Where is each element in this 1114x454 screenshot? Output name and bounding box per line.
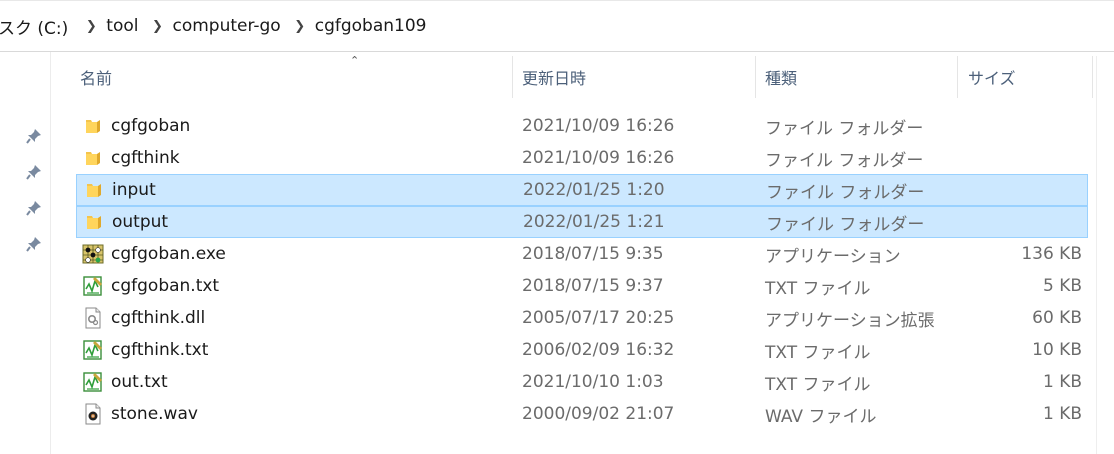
file-row[interactable]: cgfgoban.txt 2018/07/15 9:37 TXT ファイル 5 … <box>76 270 1088 302</box>
folder-icon <box>82 110 104 142</box>
file-date: 2000/09/02 21:07 <box>522 404 675 424</box>
file-type: アプリケーション拡張 <box>765 310 935 331</box>
column-header-date[interactable]: 更新日時 <box>508 56 754 98</box>
file-name: input <box>112 180 156 200</box>
file-date: 2021/10/09 16:26 <box>522 148 675 168</box>
file-type: TXT ファイル <box>765 342 871 363</box>
file-size: 5 KB <box>1042 276 1082 296</box>
file-row[interactable]: cgfgoban.exe 2018/07/15 9:35 アプリケーション 13… <box>76 238 1088 270</box>
file-date: 2005/07/17 20:25 <box>522 308 675 328</box>
column-header-name[interactable]: 名前 <box>66 56 512 98</box>
address-bar[interactable]: スク (C:) ❯ tool ❯ computer-go ❯ cgfgoban1… <box>0 0 1114 52</box>
folder-icon <box>82 142 104 174</box>
file-name: cgfgoban <box>111 116 191 136</box>
file-date: 2021/10/10 1:03 <box>522 372 664 392</box>
file-row[interactable]: cgfthink.dll 2005/07/17 20:25 アプリケーション拡張… <box>76 302 1088 334</box>
file-row[interactable]: out.txt 2021/10/10 1:03 TXT ファイル 1 KB <box>76 366 1088 398</box>
column-header-row: ⌃ 名前 更新日時 種類 サイズ <box>66 54 1096 98</box>
file-row[interactable]: cgfthink 2021/10/09 16:26 ファイル フォルダー <box>76 142 1088 174</box>
file-size: 10 KB <box>1032 340 1082 360</box>
breadcrumb-cgfgoban109[interactable]: cgfgoban109 <box>315 16 427 36</box>
file-row[interactable]: cgfgoban 2021/10/09 16:26 ファイル フォルダー <box>76 110 1088 142</box>
file-name: cgfgoban.exe <box>111 244 226 264</box>
file-row[interactable]: stone.wav 2000/09/02 21:07 WAV ファイル 1 KB <box>76 398 1088 430</box>
file-list: cgfgoban 2021/10/09 16:26 ファイル フォルダー cgf… <box>76 110 1088 430</box>
breadcrumb-tool[interactable]: tool <box>106 16 138 36</box>
file-size: 1 KB <box>1042 372 1082 392</box>
navigation-pane <box>0 52 50 454</box>
pin-icon[interactable] <box>26 164 42 180</box>
file-name: cgfthink.dll <box>111 308 206 328</box>
file-type: ファイル フォルダー <box>766 214 925 235</box>
file-size: 136 KB <box>1021 244 1082 264</box>
wav-audio-icon <box>82 398 104 430</box>
file-name: stone.wav <box>111 404 198 424</box>
notepad-txt-icon <box>82 366 104 398</box>
file-type: ファイル フォルダー <box>765 150 924 171</box>
file-row[interactable]: cgfthink.txt 2006/02/09 16:32 TXT ファイル 1… <box>76 334 1088 366</box>
file-size: 60 KB <box>1032 308 1082 328</box>
file-type: ファイル フォルダー <box>766 182 925 203</box>
chevron-right-icon[interactable]: ❯ <box>285 19 315 34</box>
file-name: cgfthink <box>111 148 180 168</box>
notepad-txt-icon <box>82 270 104 302</box>
file-date: 2018/07/15 9:37 <box>522 276 664 296</box>
file-date: 2022/01/25 1:20 <box>523 180 665 200</box>
folder-icon <box>83 175 105 205</box>
file-type: ファイル フォルダー <box>765 118 924 139</box>
pin-icon[interactable] <box>26 200 42 216</box>
file-type: アプリケーション <box>765 246 901 267</box>
breadcrumb-drive[interactable]: スク (C:) <box>0 14 68 39</box>
file-size: 1 KB <box>1042 404 1082 424</box>
file-name: out.txt <box>111 372 168 392</box>
column-divider[interactable] <box>1092 56 1093 98</box>
notepad-txt-icon <box>82 334 104 366</box>
pin-icon[interactable] <box>26 128 42 144</box>
file-row-selected[interactable]: input 2022/01/25 1:20 ファイル フォルダー <box>76 174 1088 206</box>
file-row-selected[interactable]: output 2022/01/25 1:21 ファイル フォルダー <box>76 206 1088 238</box>
vertical-scrollbar[interactable] <box>1096 56 1114 454</box>
file-type: TXT ファイル <box>765 278 871 299</box>
chevron-right-icon[interactable]: ❯ <box>142 19 172 34</box>
file-type: WAV ファイル <box>765 406 877 427</box>
pin-icon[interactable] <box>26 236 42 252</box>
folder-icon <box>83 207 105 237</box>
breadcrumb: スク (C:) ❯ tool ❯ computer-go ❯ cgfgoban1… <box>0 1 426 51</box>
file-name: output <box>112 212 169 232</box>
breadcrumb-computer-go[interactable]: computer-go <box>172 16 280 36</box>
file-date: 2021/10/09 16:26 <box>522 116 675 136</box>
file-date: 2022/01/25 1:21 <box>523 212 665 232</box>
file-date: 2018/07/15 9:35 <box>522 244 664 264</box>
chevron-right-icon[interactable]: ❯ <box>76 19 106 34</box>
goban-exe-icon <box>82 238 104 270</box>
file-name: cgfthink.txt <box>111 340 209 360</box>
pane-splitter[interactable] <box>50 52 51 454</box>
file-date: 2006/02/09 16:32 <box>522 340 675 360</box>
column-header-size[interactable]: サイズ <box>954 56 1092 98</box>
column-header-type[interactable]: 種類 <box>751 56 957 98</box>
dll-file-icon <box>82 302 104 334</box>
file-type: TXT ファイル <box>765 374 871 395</box>
file-name: cgfgoban.txt <box>111 276 220 296</box>
